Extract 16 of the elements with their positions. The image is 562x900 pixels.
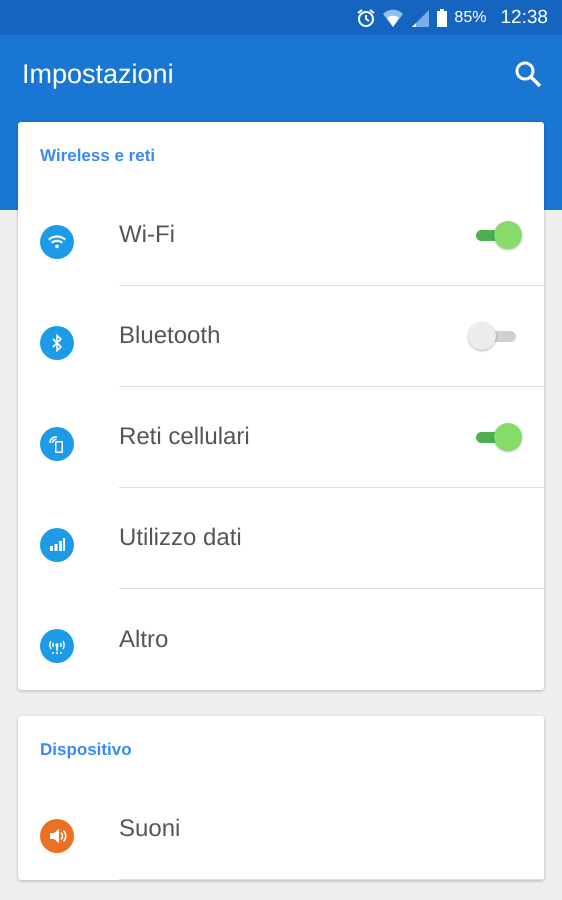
- cell-signal-icon: [410, 8, 430, 28]
- section-header: Dispositivo: [39, 740, 133, 761]
- setting-label[interactable]: Suoni: [119, 815, 180, 843]
- wifi-signal-icon: [382, 8, 404, 28]
- clock-time: 12:38: [500, 6, 548, 28]
- alarm-clock-icon: [356, 8, 376, 28]
- setting-label[interactable]: Wi-Fi: [119, 221, 175, 249]
- search-icon[interactable]: [514, 60, 542, 88]
- section-header: Wireless e reti: [39, 146, 156, 167]
- setting-label[interactable]: Reti cellulari: [119, 423, 250, 451]
- battery-percent: 85%: [454, 8, 486, 26]
- setting-label[interactable]: Altro: [119, 626, 168, 654]
- setting-label[interactable]: Utilizzo dati: [119, 524, 242, 552]
- setting-label[interactable]: Bluetooth: [119, 322, 220, 350]
- app-title: Impostazioni: [22, 59, 174, 90]
- battery-icon: [436, 8, 448, 28]
